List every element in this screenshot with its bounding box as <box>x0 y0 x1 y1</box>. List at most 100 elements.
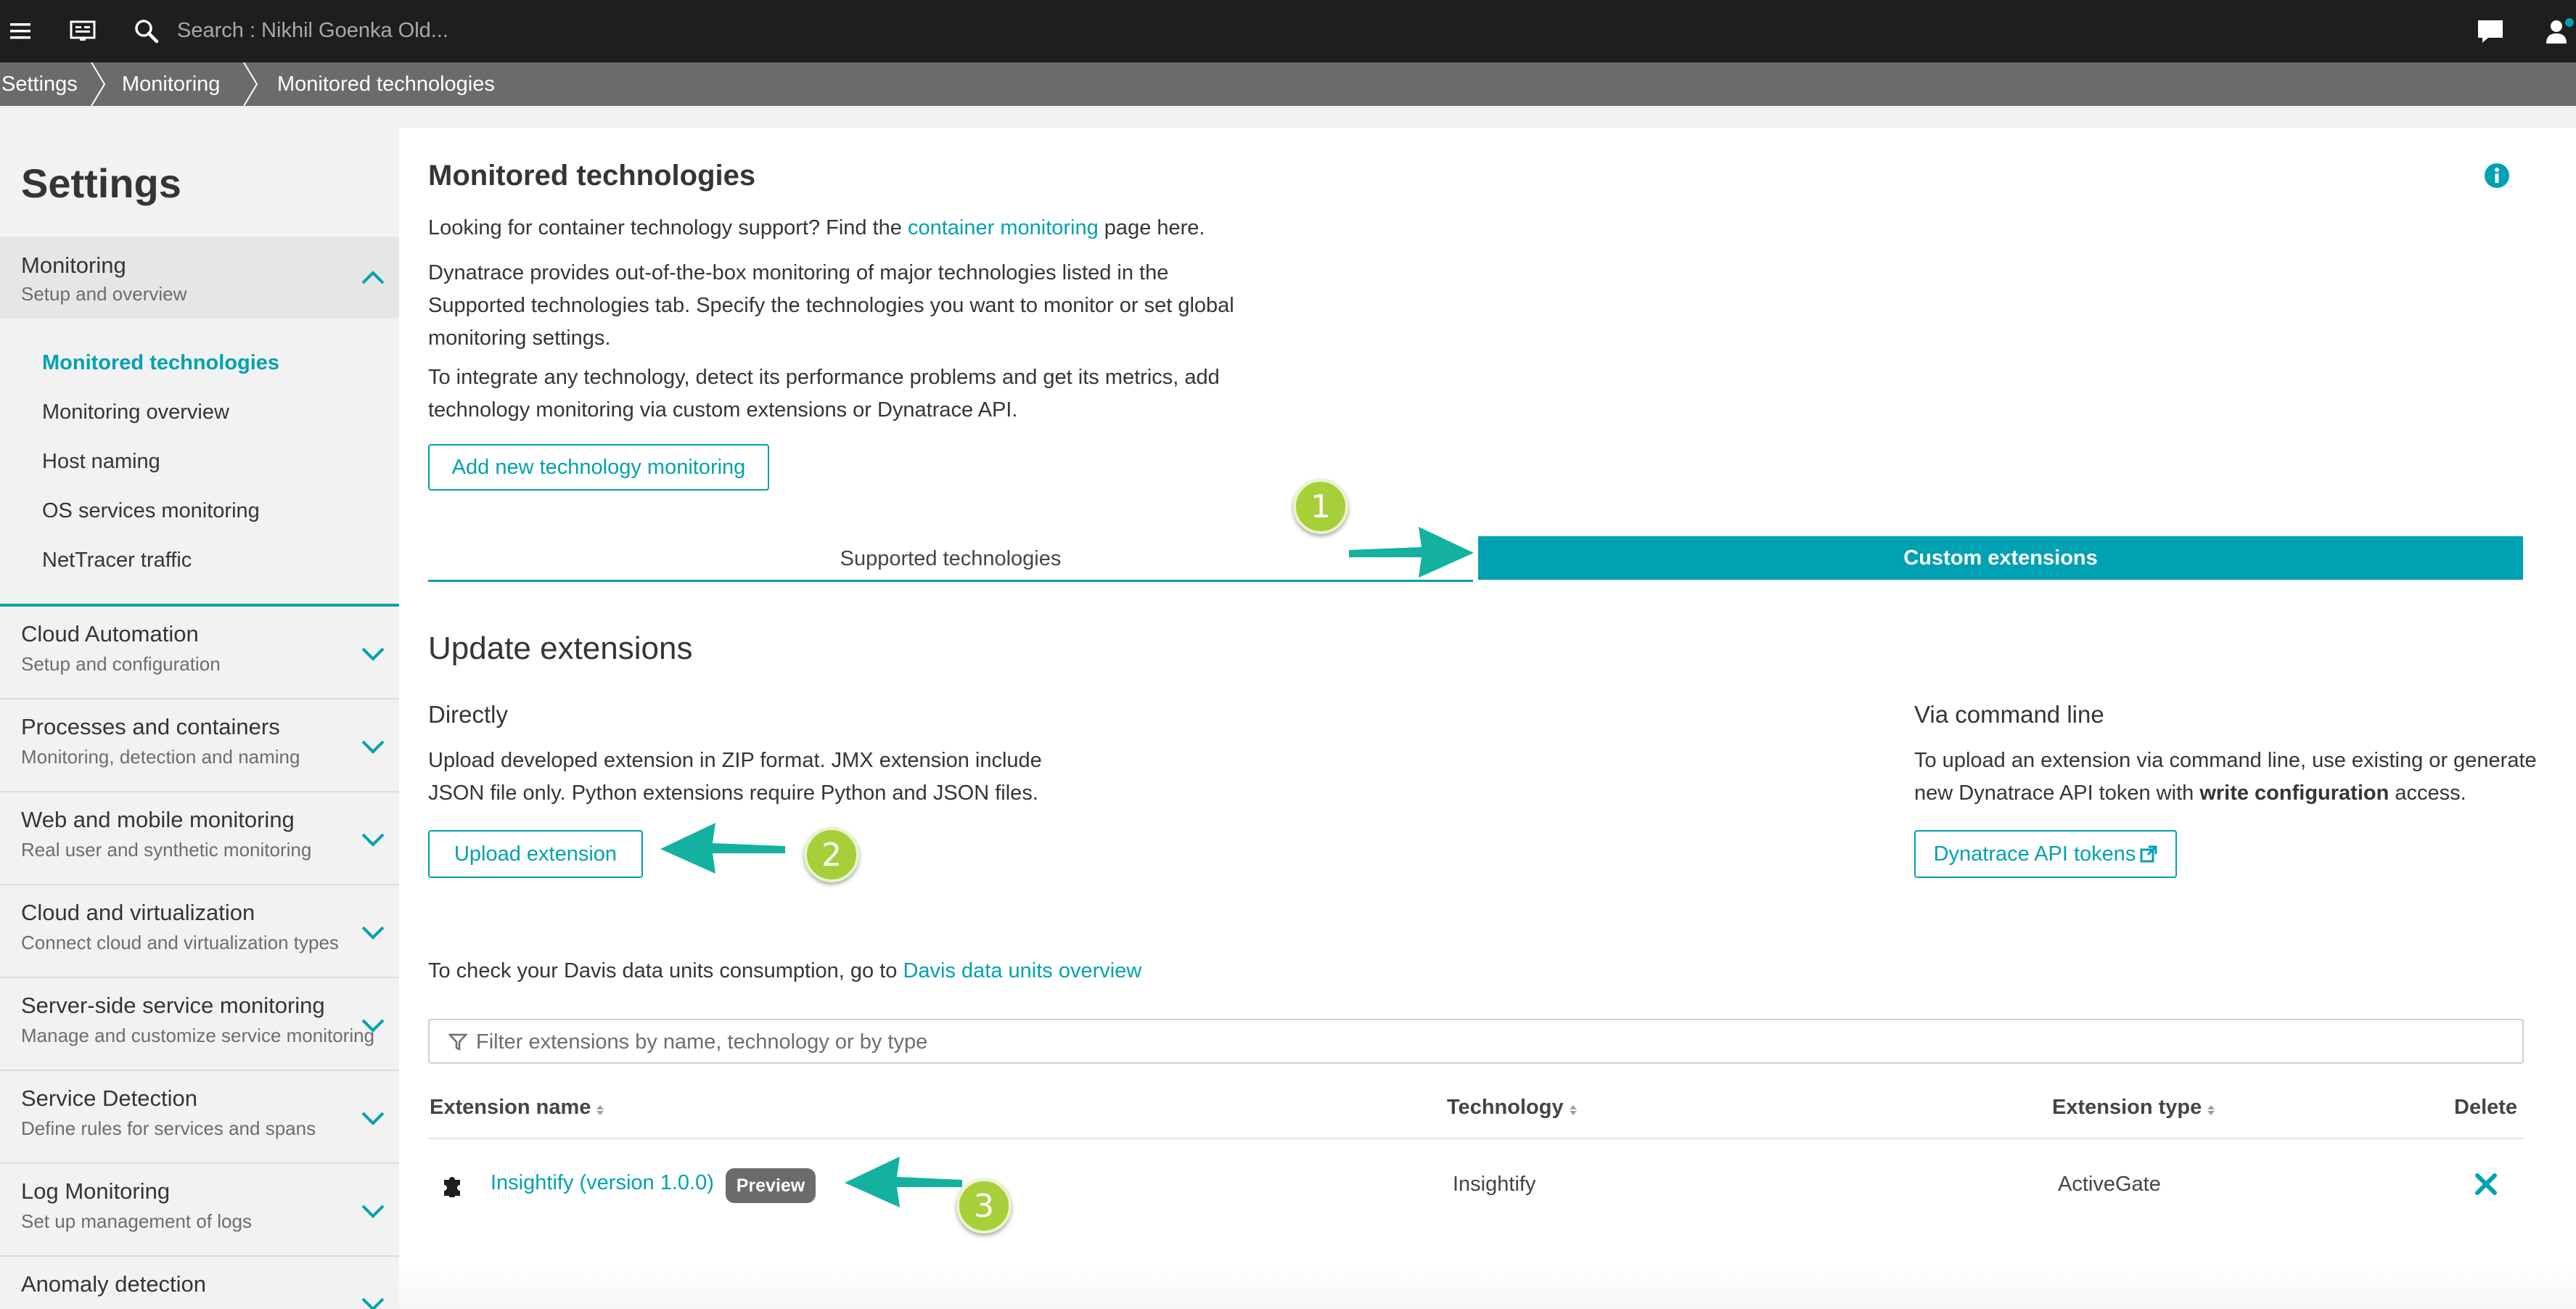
menu-icon[interactable] <box>7 0 33 62</box>
sidebar-item-os-services-monitoring[interactable]: OS services monitoring <box>42 499 260 523</box>
table-header-divider <box>428 1138 2524 1139</box>
dashboard-icon[interactable] <box>67 0 99 62</box>
description-line: Supported technologies tab. Specify the … <box>428 294 1234 317</box>
add-new-technology-monitoring-button[interactable]: Add new technology monitoring <box>428 444 769 491</box>
container-hint-text-end: page here. <box>1098 216 1205 239</box>
sidebar-group-subtitle: Real user and synthetic monitoring <box>21 839 312 861</box>
api-tokens-label: Dynatrace API tokens <box>1933 842 2136 866</box>
sidebar-group-log-monitoring[interactable]: Log Monitoring Set up management of logs <box>0 1164 399 1257</box>
filter-icon <box>448 1033 467 1051</box>
description-paragraph-1: Dynatrace provides out-of-the-box monito… <box>428 257 1234 355</box>
container-monitoring-link[interactable]: container monitoring <box>908 216 1099 239</box>
main-panel: Monitored technologies Looking for conta… <box>399 128 2576 1309</box>
chevron-down-icon[interactable] <box>358 1010 387 1039</box>
update-extensions-heading: Update extensions <box>428 631 693 666</box>
sidebar-group-service-detection[interactable]: Service Detection Define rules for servi… <box>0 1071 399 1164</box>
sidebar-item-monitored-technologies[interactable]: Monitored technologies <box>42 351 279 375</box>
table-bottom-fade <box>399 1263 2576 1309</box>
column-header-extension-name[interactable]: Extension name <box>430 1096 604 1120</box>
sidebar-group-processes-and-containers[interactable]: Processes and containers Monitoring, det… <box>0 699 399 792</box>
sort-icon <box>596 1104 604 1115</box>
page-title: Monitored technologies <box>428 160 756 192</box>
dynatrace-api-tokens-button[interactable]: Dynatrace API tokens <box>1914 830 2177 878</box>
chevron-down-icon[interactable] <box>358 1289 387 1309</box>
sidebar-group-server-side-service-monitoring[interactable]: Server-side service monitoring Manage an… <box>0 978 399 1071</box>
filter-extensions-input[interactable]: Filter extensions by name, technology or… <box>428 1019 2524 1064</box>
chevron-down-icon[interactable] <box>358 1103 387 1132</box>
chevron-down-icon[interactable] <box>358 1196 387 1225</box>
description-line: Upload developed extension in ZIP format… <box>428 749 1042 772</box>
description-paragraph-2: To integrate any technology, detect its … <box>428 361 1220 427</box>
chevron-down-icon[interactable] <box>358 731 387 760</box>
sidebar-group-title: Service Detection <box>21 1086 197 1111</box>
description-line: technology monitoring via custom extensi… <box>428 398 1018 422</box>
sidebar-group-title: Server-side service monitoring <box>21 993 325 1018</box>
davis-hint: To check your Davis data units consumpti… <box>428 955 1141 988</box>
sidebar-group-anomaly-detection[interactable]: Anomaly detection <box>0 1257 399 1309</box>
technology-cell: Insightify <box>1453 1173 1536 1196</box>
chevron-down-icon[interactable] <box>358 639 387 668</box>
extension-name-link[interactable]: Insightify (version 1.0.0) <box>491 1171 714 1195</box>
sidebar-group-web-and-mobile-monitoring[interactable]: Web and mobile monitoring Real user and … <box>0 792 399 885</box>
sidebar-item-monitoring-overview[interactable]: Monitoring overview <box>42 401 229 424</box>
annotation-badge-1: 1 <box>1293 479 1348 534</box>
column-header-extension-type[interactable]: Extension type <box>2052 1096 2215 1120</box>
top-bar: Search : Nikhil Goenka Old... <box>0 0 2576 62</box>
sidebar-group-title: Processes and containers <box>21 714 280 739</box>
header-label: Technology <box>1447 1096 1564 1119</box>
sidebar-item-nettracer-traffic[interactable]: NetTracer traffic <box>42 549 192 573</box>
chevron-down-icon[interactable] <box>358 824 387 853</box>
search-input[interactable]: Search : Nikhil Goenka Old... <box>177 16 448 45</box>
filter-placeholder: Filter extensions by name, technology or… <box>476 1030 928 1054</box>
tab-supported-technologies[interactable]: Supported technologies <box>428 538 1473 582</box>
directly-heading: Directly <box>428 701 509 728</box>
description-line: JSON file only. Python extensions requir… <box>428 781 1038 805</box>
sort-icon <box>2207 1104 2215 1115</box>
header-label: Extension type <box>2052 1096 2202 1119</box>
tab-custom-extensions[interactable]: Custom extensions <box>1478 536 2523 580</box>
user-icon[interactable] <box>2543 0 2576 62</box>
sidebar-group-subtitle: Connect cloud and virtualization types <box>21 932 339 953</box>
sidebar-group-subtitle: Setup and overview <box>21 283 187 305</box>
sidebar-group-title: Cloud and virtualization <box>21 900 255 925</box>
breadcrumb: Settings Monitoring Monitored technologi… <box>0 62 2576 106</box>
chat-icon[interactable] <box>2474 0 2506 62</box>
delete-icon[interactable] <box>2474 1173 2498 1196</box>
cli-bold-text: write configuration <box>2199 781 2390 805</box>
annotation-arrow-2 <box>660 823 785 874</box>
search-icon[interactable] <box>131 0 163 62</box>
external-link-icon <box>2140 845 2157 863</box>
breadcrumb-settings[interactable]: Settings <box>1 62 78 106</box>
annotation-badge-2: 2 <box>804 827 859 882</box>
chevron-down-icon[interactable] <box>358 917 387 946</box>
sidebar-group-subtitle: Setup and configuration <box>21 653 221 675</box>
column-header-technology[interactable]: Technology <box>1447 1096 1577 1120</box>
description-line: new Dynatrace API token with write confi… <box>1914 777 2537 810</box>
header-label: Delete <box>2454 1096 2518 1119</box>
container-hint: Looking for container technology support… <box>428 212 1205 245</box>
davis-hint-text: To check your Davis data units consumpti… <box>428 959 903 982</box>
davis-data-units-overview-link[interactable]: Davis data units overview <box>903 959 1141 982</box>
breadcrumb-separator <box>243 62 258 106</box>
sidebar-group-cloud-and-virtualization[interactable]: Cloud and virtualization Connect cloud a… <box>0 885 399 978</box>
directly-description: Upload developed extension in ZIP format… <box>428 744 1042 810</box>
description-line: To integrate any technology, detect its … <box>428 366 1220 389</box>
sidebar-group-title: Log Monitoring <box>21 1178 171 1204</box>
settings-sidebar: Settings Monitoring Setup and overview M… <box>0 106 399 1309</box>
chevron-up-icon[interactable] <box>358 263 387 292</box>
sidebar-group-subtitle: Monitoring, detection and naming <box>21 746 300 768</box>
sidebar-title: Settings <box>21 160 181 206</box>
sidebar-group-cloud-automation[interactable]: Cloud Automation Setup and configuration <box>0 607 399 699</box>
container-hint-text: Looking for container technology support… <box>428 216 908 239</box>
header-label: Extension name <box>430 1096 591 1119</box>
sidebar-group-subtitle: Define rules for services and spans <box>21 1117 316 1139</box>
info-icon[interactable] <box>2484 163 2510 189</box>
annotation-arrow-1 <box>1349 527 1474 578</box>
upload-extension-button[interactable]: Upload extension <box>428 830 643 878</box>
sidebar-item-host-naming[interactable]: Host naming <box>42 450 160 474</box>
breadcrumb-monitoring[interactable]: Monitoring <box>122 62 220 106</box>
annotation-arrow-3 <box>845 1157 962 1207</box>
breadcrumb-monitored-technologies: Monitored technologies <box>277 73 495 96</box>
sidebar-group-subtitle: Set up management of logs <box>21 1210 252 1232</box>
column-header-delete: Delete <box>2454 1096 2517 1120</box>
